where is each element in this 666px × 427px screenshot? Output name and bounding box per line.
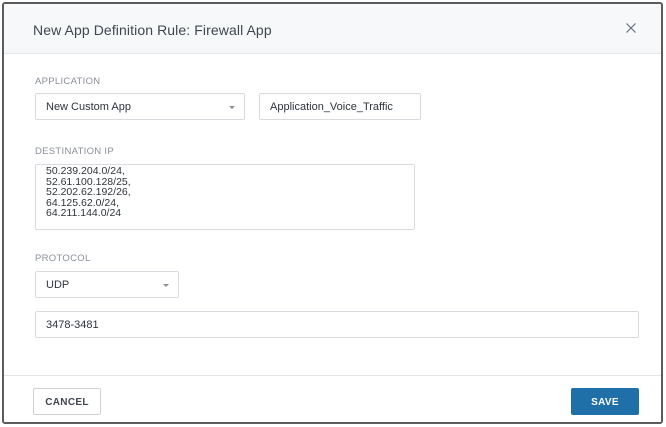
port-range-input[interactable]: 3478-3481	[35, 311, 639, 338]
chevron-down-icon	[163, 284, 169, 287]
application-label: APPLICATION	[35, 76, 101, 87]
app-name-input[interactable]: Application_Voice_Traffic	[259, 93, 421, 120]
app-type-select[interactable]: New Custom App	[35, 93, 245, 120]
close-icon[interactable]	[623, 20, 639, 36]
dialog-title: New App Definition Rule: Firewall App	[33, 22, 272, 38]
dialog-footer: CANCEL SAVE	[4, 375, 661, 422]
save-button[interactable]: SAVE	[571, 388, 639, 415]
cancel-button[interactable]: CANCEL	[33, 388, 101, 415]
dialog-header: New App Definition Rule: Firewall App	[4, 4, 661, 54]
protocol-label: PROTOCOL	[35, 253, 91, 264]
protocol-select-value: UDP	[46, 279, 70, 291]
app-type-select-value: New Custom App	[46, 101, 131, 113]
app-definition-dialog: New App Definition Rule: Firewall App AP…	[2, 2, 663, 424]
protocol-select[interactable]: UDP	[35, 271, 179, 298]
chevron-down-icon	[229, 106, 235, 109]
port-range-input-value: 3478-3481	[46, 319, 99, 331]
destination-ip-textarea[interactable]: 50.239.204.0/24, 52.61.100.128/25, 52.20…	[35, 164, 415, 230]
ip-entry: 50.239.204.0/24,	[46, 165, 125, 177]
destination-ip-label: DESTINATION IP	[35, 146, 114, 157]
app-name-input-value: Application_Voice_Traffic	[270, 101, 393, 113]
ip-entry: 64.211.144.0/24	[46, 207, 122, 220]
